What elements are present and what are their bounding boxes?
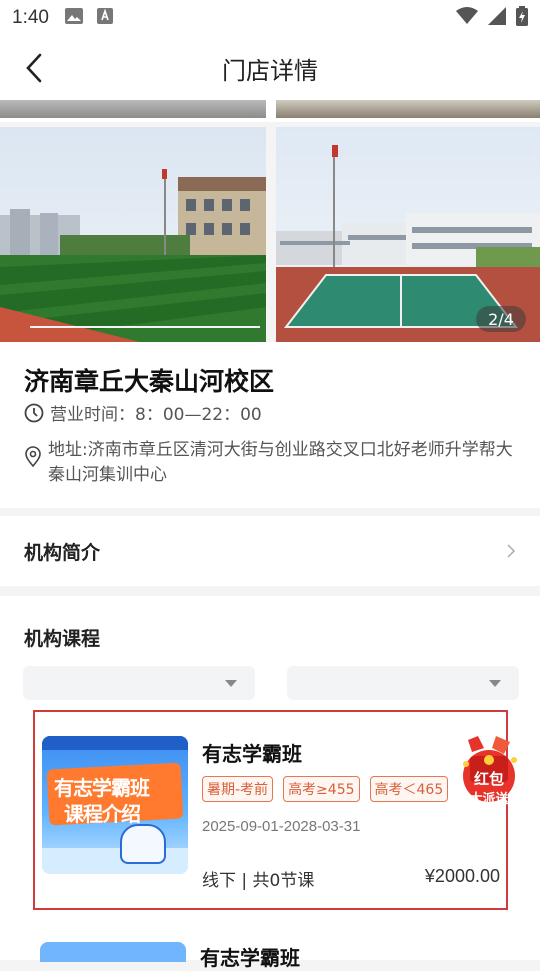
course-tag: 高考＜465	[369, 776, 449, 802]
red-packet-promo-icon[interactable]: 红包 大派送	[456, 734, 522, 812]
signal-icon	[488, 7, 506, 29]
courses-heading: 机构课程	[24, 628, 101, 650]
back-arrow-icon	[26, 53, 42, 83]
next-course-name: 有志学霸班	[200, 946, 300, 970]
status-bar: 1:40	[0, 0, 540, 36]
institution-intro-row[interactable]: 机构简介	[0, 516, 540, 586]
store-name: 济南章丘大秦山河校区	[24, 367, 275, 396]
thumb-title-line1: 有志学霸班	[54, 776, 150, 800]
business-hours: 营业时间：8：00—22：00	[50, 405, 262, 425]
course-tag: 高考≥455	[283, 776, 360, 802]
wifi-icon	[456, 7, 478, 29]
thumb-title-line2: 课程介绍	[64, 802, 141, 826]
gallery-counter: 2/4	[476, 306, 526, 332]
store-address: 地址:济南市章丘区清河大街与创业路交叉口北好老师升学帮大秦山河集训中心	[48, 440, 513, 485]
course-tag: 暑期-考前	[202, 776, 274, 802]
font-icon	[96, 8, 113, 28]
gallery-strip-top	[0, 100, 540, 122]
promo-text-line2: 大派送	[469, 792, 509, 807]
hours-row: 营业时间：8：00—22：00	[24, 400, 262, 425]
course-filter-dropdown-1[interactable]	[23, 666, 255, 700]
next-course-thumbnail[interactable]	[40, 942, 186, 962]
clock-icon	[24, 403, 44, 422]
status-time: 1:40	[12, 7, 49, 28]
store-photo-2[interactable]: 2/4	[276, 127, 540, 342]
nav-bar: 门店详情	[0, 36, 540, 100]
image-icon	[64, 8, 83, 28]
course-tags: 暑期-考前 高考≥455 高考＜465	[202, 776, 449, 802]
battery-icon	[516, 6, 528, 30]
caret-down-icon	[489, 680, 501, 687]
courses-section: 机构课程 有志学霸班 课程介绍 有志学霸班 暑期-考前 高考≥455 高考＜46…	[0, 596, 540, 970]
course-name: 有志学霸班	[202, 742, 302, 766]
course-filter-dropdown-2[interactable]	[287, 666, 519, 700]
course-meta: 线下 | 共0节课	[202, 871, 315, 891]
course-date-range: 2025-09-01-2028-03-31	[202, 818, 361, 835]
address-row[interactable]: 地址:济南市章丘区清河大街与创业路交叉口北好老师升学帮大秦山河集训中心	[24, 438, 514, 488]
location-pin-icon	[25, 446, 41, 468]
promo-text-line1: 红包	[473, 770, 504, 788]
intro-label: 机构简介	[24, 541, 101, 564]
back-button[interactable]	[14, 48, 54, 88]
store-info-card: 济南章丘大秦山河校区 营业时间：8：00—22：00 地址:济南市章丘区清河大街…	[0, 342, 540, 508]
course-thumbnail: 有志学霸班 课程介绍	[42, 736, 188, 874]
course-price: ¥2000.00	[424, 866, 500, 886]
store-photo-1[interactable]	[0, 127, 266, 342]
chevron-right-icon	[507, 544, 516, 558]
course-list-item[interactable]: 有志学霸班 课程介绍 有志学霸班 暑期-考前 高考≥455 高考＜465 202…	[33, 710, 508, 910]
page-title: 门店详情	[222, 56, 318, 85]
caret-down-icon	[225, 680, 237, 687]
